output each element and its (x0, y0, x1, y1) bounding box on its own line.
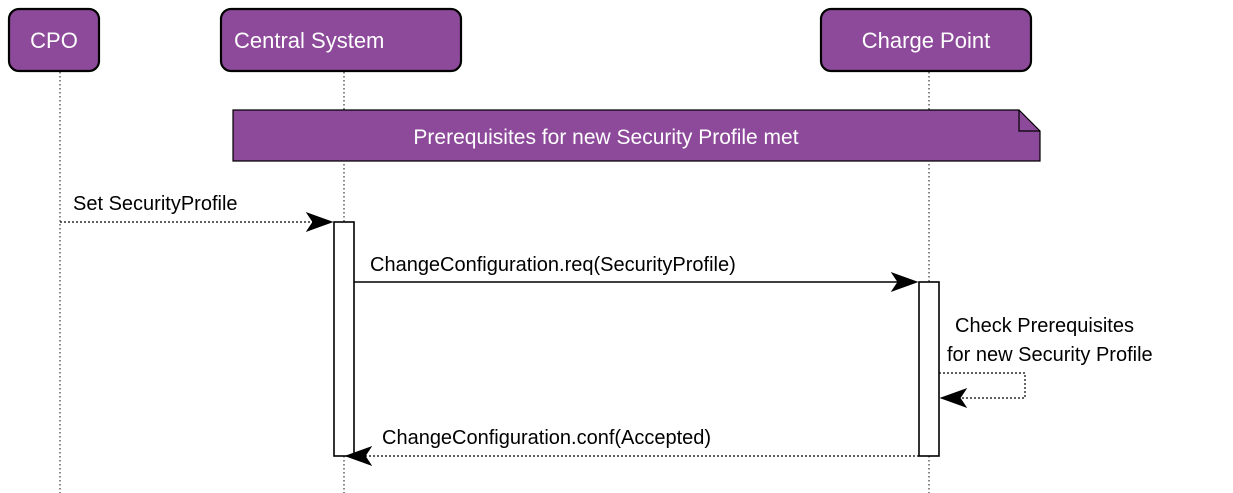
actor-charge-point-label: Charge Point (862, 28, 990, 53)
message-label: Set SecurityProfile (73, 193, 238, 215)
actor-charge-point: Charge Point (819, 7, 1033, 73)
message-set-security-profile: Set SecurityProfile (60, 193, 334, 232)
message-check-prerequisites: Check Prerequisites for new Security Pro… (939, 315, 1153, 408)
sequence-diagram: CPO Central System Charge Point Prerequi… (7, 7, 1153, 493)
actor-central-system: Central System (219, 7, 463, 73)
activation-charge-point (918, 281, 940, 457)
actor-cpo: CPO (7, 7, 101, 73)
message-label: ChangeConfiguration.req(SecurityProfile) (370, 254, 736, 276)
actor-central-system-label: Central System (234, 28, 384, 53)
arrow-head (305, 212, 334, 232)
activation-central-system (333, 221, 355, 457)
actor-cpo-label: CPO (30, 28, 78, 53)
message-label-line-1: Check Prerequisites (955, 315, 1134, 337)
note-prerequisites: Prerequisites for new Security Profile m… (232, 109, 1041, 162)
message-change-configuration-req: ChangeConfiguration.req(SecurityProfile) (354, 254, 919, 292)
message-label: ChangeConfiguration.conf(Accepted) (382, 427, 711, 449)
message-change-configuration-conf: ChangeConfiguration.conf(Accepted) (344, 427, 919, 466)
message-label-line-2: for new Security Profile (947, 344, 1153, 366)
note-label: Prerequisites for new Security Profile m… (413, 126, 798, 149)
